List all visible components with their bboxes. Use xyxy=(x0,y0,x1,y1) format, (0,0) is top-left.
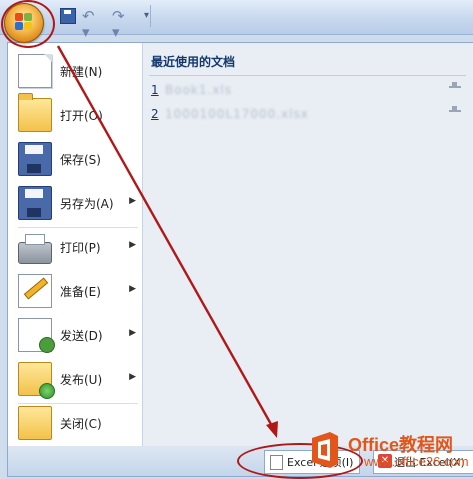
menu-item-save[interactable]: 保存(S) xyxy=(8,137,142,181)
menu-item-close[interactable]: 关闭(C) xyxy=(8,401,142,445)
prepare-icon xyxy=(18,274,52,308)
quick-access-toolbar: ↶ ▾ ↷ ▾ ▾ xyxy=(0,0,473,40)
save-disk-icon xyxy=(18,142,52,176)
menu-item-label: 发送(D) xyxy=(60,328,103,343)
customize-qat-icon[interactable]: ▾ xyxy=(144,8,156,24)
send-icon xyxy=(18,318,55,353)
save-icon[interactable] xyxy=(60,8,76,24)
menu-item-label: 关闭(C) xyxy=(60,416,102,431)
menu-item-label: 新建(N) xyxy=(60,64,103,79)
recent-document-number: 1 xyxy=(151,83,159,97)
menu-item-prepare[interactable]: 准备(E) ▶ xyxy=(8,269,142,313)
office26-watermark: Office教程网 www.office26.com xyxy=(304,426,471,476)
office-watermark-logo-icon xyxy=(312,432,338,468)
menu-item-open[interactable]: 打开(O) xyxy=(8,93,142,137)
menu-item-label: 准备(E) xyxy=(60,284,101,299)
recent-title-divider xyxy=(149,75,466,76)
recent-documents-title: 最近使用的文档 xyxy=(151,55,236,69)
office-button-highlight xyxy=(1,0,55,48)
new-document-icon xyxy=(18,54,52,88)
pin-icon[interactable] xyxy=(449,106,461,118)
submenu-arrow-icon: ▶ xyxy=(129,328,136,338)
open-folder-icon xyxy=(18,93,52,132)
recent-document-item[interactable]: 2 1000100L17000.xlsx xyxy=(151,105,469,125)
submenu-arrow-icon: ▶ xyxy=(129,240,136,250)
menu-item-label: 打开(O) xyxy=(60,108,103,123)
recent-document-number: 2 xyxy=(151,107,159,121)
recent-documents-pane: 最近使用的文档 1 Book1.xls 2 1000100L17000.xlsx xyxy=(143,43,473,447)
watermark-url: www.office26.com xyxy=(364,454,469,469)
submenu-arrow-icon: ▶ xyxy=(129,196,136,206)
menu-item-label: 发布(U) xyxy=(60,372,103,387)
recent-document-name: Book1.xls xyxy=(165,83,233,97)
menu-item-print[interactable]: 打印(P) ▶ xyxy=(8,225,142,269)
publish-icon xyxy=(18,362,55,399)
menu-item-new[interactable]: 新建(N) xyxy=(8,49,142,93)
menu-item-label: 另存为(A) xyxy=(60,196,114,211)
pin-icon[interactable] xyxy=(449,82,461,94)
save-as-icon xyxy=(18,186,52,220)
redo-icon[interactable]: ↷ ▾ xyxy=(112,8,134,40)
menu-item-save-as[interactable]: 另存为(A) ▶ xyxy=(8,181,142,225)
recent-document-name: 1000100L17000.xlsx xyxy=(165,107,309,121)
submenu-arrow-icon: ▶ xyxy=(129,372,136,382)
menu-commands-pane: 新建(N) 打开(O) 保存(S) 另存为(A) ▶ 打印(P) ▶ 准备(E)… xyxy=(8,43,143,447)
submenu-arrow-icon: ▶ xyxy=(129,284,136,294)
menu-item-publish[interactable]: 发布(U) ▶ xyxy=(8,357,142,401)
menu-item-label: 保存(S) xyxy=(60,152,101,167)
undo-icon[interactable]: ↶ ▾ xyxy=(82,8,104,40)
close-folder-icon xyxy=(18,406,52,440)
menu-item-send[interactable]: 发送(D) ▶ xyxy=(8,313,142,357)
menu-item-label: 打印(P) xyxy=(60,240,101,255)
printer-icon xyxy=(18,234,52,264)
recent-document-item[interactable]: 1 Book1.xls xyxy=(151,81,469,101)
application-menu: 新建(N) 打开(O) 保存(S) 另存为(A) ▶ 打印(P) ▶ 准备(E)… xyxy=(7,42,473,448)
